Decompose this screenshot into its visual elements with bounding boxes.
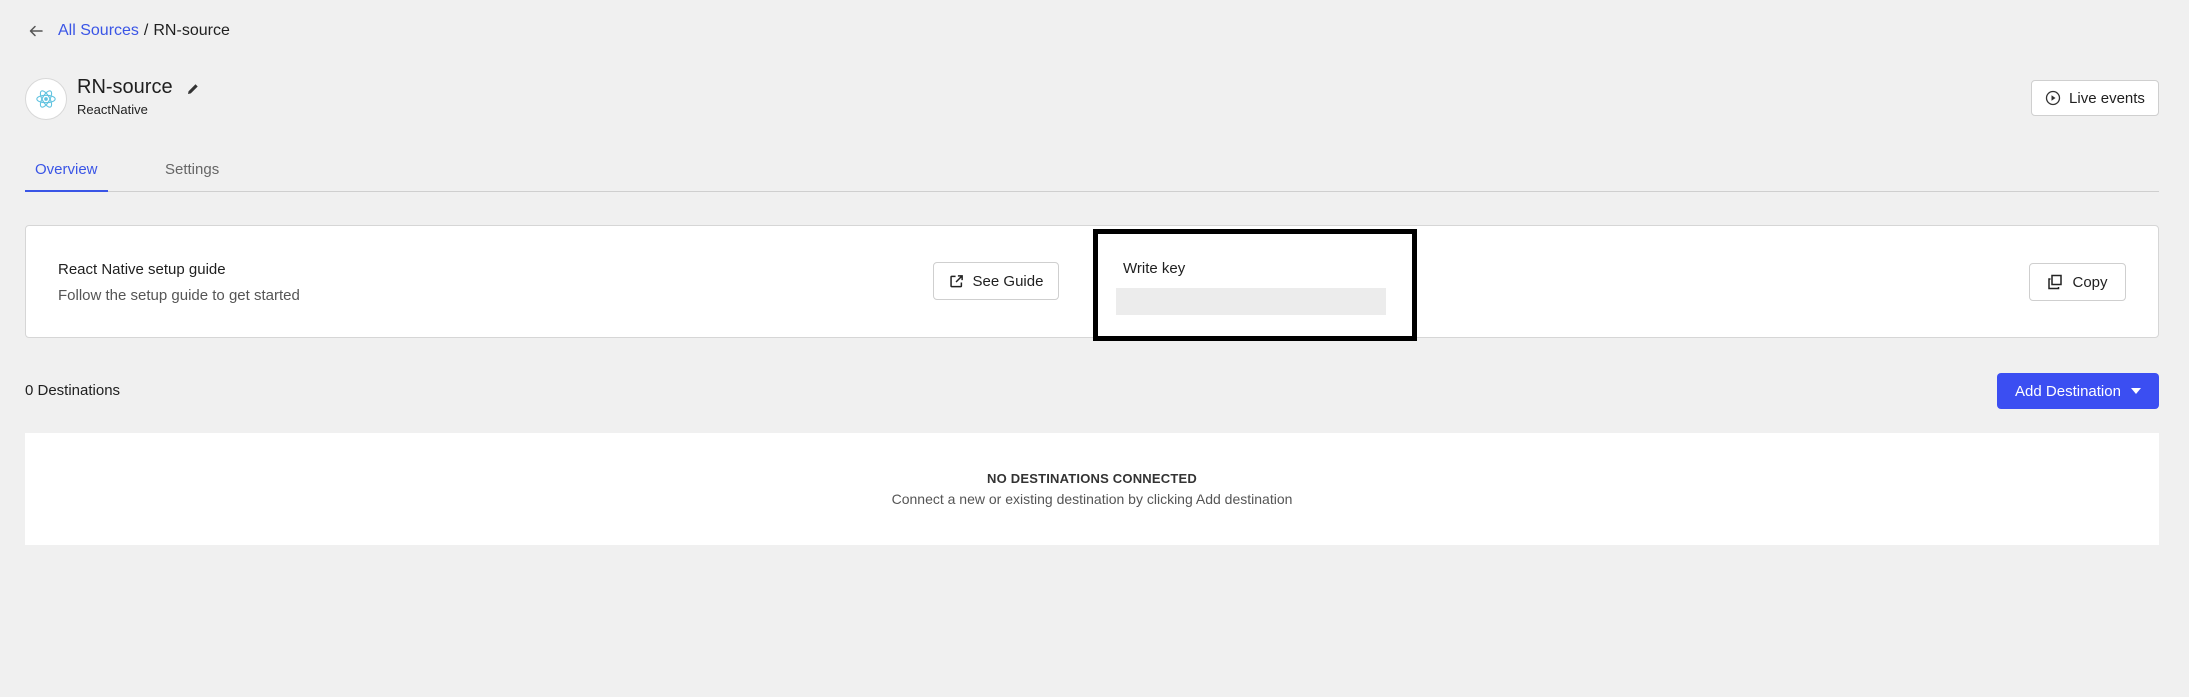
see-guide-button[interactable]: See Guide [933, 262, 1059, 300]
tab-overview[interactable]: Overview [25, 161, 108, 192]
setup-guide-card: React Native setup guide Follow the setu… [25, 225, 2159, 341]
source-name: RN-source [77, 76, 173, 98]
destinations-empty-state: NO DESTINATIONS CONNECTED Connect a new … [25, 433, 2159, 545]
breadcrumb: All Sources / RN-source [28, 22, 230, 40]
setup-guide-subtitle: Follow the setup guide to get started [58, 287, 300, 304]
tab-bar: Overview Settings [25, 161, 2159, 192]
source-type: ReactNative [77, 102, 148, 117]
empty-state-title: NO DESTINATIONS CONNECTED [987, 471, 1197, 486]
caret-down-icon [2130, 388, 2141, 394]
live-events-label: Live events [2069, 89, 2145, 107]
tab-settings[interactable]: Settings [155, 161, 229, 192]
source-avatar [25, 78, 67, 120]
react-icon [36, 90, 56, 108]
arrow-left-icon[interactable] [28, 23, 44, 39]
breadcrumb-current: RN-source [153, 22, 230, 39]
setup-guide-title: React Native setup guide [58, 261, 226, 278]
destinations-count: 0 Destinations [25, 382, 121, 399]
breadcrumb-separator: / [143, 22, 149, 39]
see-guide-label: See Guide [972, 272, 1044, 290]
write-key-label: Write key [1123, 260, 1186, 277]
write-key-value[interactable] [1116, 288, 1386, 315]
add-destination-button[interactable]: Add Destination [1997, 373, 2159, 409]
empty-state-subtitle: Connect a new or existing destination by… [891, 491, 1293, 507]
play-circle-icon [2045, 90, 2061, 106]
external-link-icon [949, 274, 963, 287]
write-key-section: Write key [1093, 229, 1417, 341]
breadcrumb-all-sources-link[interactable]: All Sources [58, 22, 139, 39]
copy-label: Copy [2072, 273, 2108, 291]
add-destination-label: Add Destination [2015, 382, 2121, 400]
copy-button[interactable]: Copy [2029, 263, 2126, 301]
pencil-icon[interactable] [186, 82, 200, 96]
live-events-button[interactable]: Live events [2031, 80, 2159, 116]
source-details-page: All Sources / RN-source RN-source ReactNat… [0, 0, 2189, 697]
copy-icon [2048, 274, 2063, 290]
